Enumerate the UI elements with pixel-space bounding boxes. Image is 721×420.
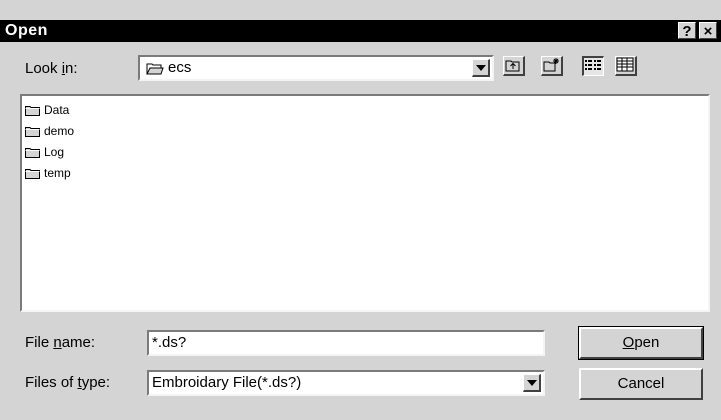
details-view-icon	[616, 57, 634, 72]
up-folder-icon	[505, 60, 520, 72]
lookin-dropdown-arrow[interactable]	[472, 59, 490, 77]
filetype-dropdown-arrow[interactable]	[523, 374, 541, 392]
folder-icon	[25, 127, 40, 137]
title-bar: Open ? ×	[0, 20, 721, 42]
file-name: demo	[44, 124, 75, 138]
open-folder-icon	[146, 63, 164, 75]
folder-icon	[25, 106, 40, 116]
list-view-icon	[585, 60, 601, 70]
open-dialog: Open ? × Look in: ecs Data demo Log temp…	[0, 0, 721, 420]
new-folder-button[interactable]	[541, 56, 563, 76]
lookin-label: Look in:	[25, 60, 78, 77]
list-item[interactable]: temp	[22, 163, 708, 184]
file-name: Data	[44, 103, 70, 117]
lookin-value: ecs	[168, 59, 192, 76]
close-button[interactable]: ×	[699, 22, 717, 40]
list-item[interactable]: Log	[22, 142, 708, 163]
folder-icon	[25, 169, 40, 179]
file-name: Log	[44, 145, 65, 159]
filetype-value: Embroidary File(*.ds?)	[152, 374, 302, 391]
new-folder-icon	[543, 58, 559, 72]
cancel-button[interactable]: Cancel	[579, 368, 703, 400]
open-button[interactable]: Open	[578, 326, 704, 360]
file-list[interactable]: Data demo Log temp	[20, 94, 710, 312]
up-one-level-button[interactable]	[503, 56, 525, 76]
help-button[interactable]: ?	[678, 22, 696, 40]
lookin-combo[interactable]: ecs	[138, 55, 494, 81]
list-item[interactable]: Data	[22, 100, 708, 121]
filename-value: *.ds?	[152, 334, 187, 351]
folder-icon	[25, 148, 40, 158]
filename-label: File name:	[25, 334, 96, 351]
list-view-button[interactable]	[582, 56, 604, 76]
filename-input[interactable]: *.ds?	[147, 330, 545, 356]
details-view-button[interactable]	[615, 56, 637, 76]
filetype-combo[interactable]: Embroidary File(*.ds?)	[147, 370, 545, 396]
dialog-title: Open	[5, 22, 48, 39]
list-item[interactable]: demo	[22, 121, 708, 142]
file-name: temp	[44, 166, 71, 180]
filetype-label: Files of type:	[25, 374, 111, 391]
